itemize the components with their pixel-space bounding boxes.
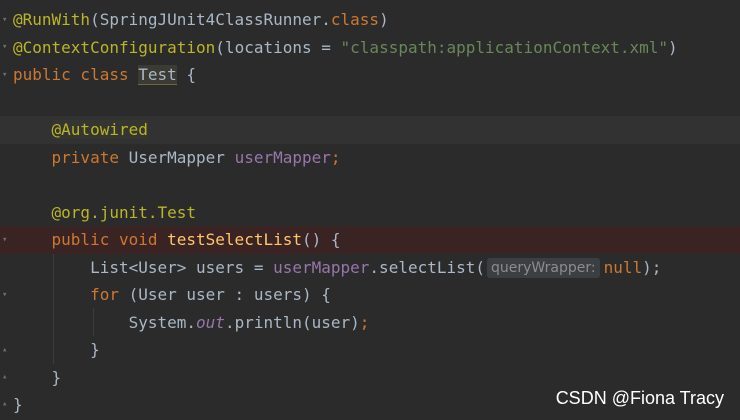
code-line-12[interactable]: System.out.println(user); bbox=[0, 309, 740, 337]
code-line-6[interactable]: private UserMapper userMapper; bbox=[0, 144, 740, 172]
parameter-hint: queryWrapper: bbox=[487, 257, 600, 278]
annotation-token: @RunWith bbox=[13, 10, 91, 29]
keyword-token: public void bbox=[51, 230, 168, 249]
code-line-1[interactable]: @RunWith(SpringJUnit4ClassRunner.class) bbox=[0, 6, 740, 34]
code-line-14[interactable]: } bbox=[0, 364, 740, 392]
code-line-8[interactable]: @org.junit.Test bbox=[0, 199, 740, 227]
code-line-11[interactable]: for (User user : users) { bbox=[0, 281, 740, 309]
code-token: (SpringJUnit4ClassRunner. bbox=[90, 10, 331, 29]
fold-marker-icon[interactable]: ▾ bbox=[2, 43, 10, 52]
code-line-4[interactable] bbox=[0, 89, 740, 117]
field-token: userMapper bbox=[273, 257, 370, 277]
fold-marker-icon[interactable]: ▾ bbox=[2, 71, 10, 80]
annotation-token: @org.junit. bbox=[51, 202, 158, 222]
code-token: ; bbox=[359, 312, 370, 332]
fold-marker-icon[interactable]: ▴ bbox=[2, 400, 10, 409]
code-token: System. bbox=[128, 312, 197, 332]
watermark-text: CSDN @Fiona Tracy bbox=[555, 388, 724, 408]
code-token: ; bbox=[330, 147, 341, 167]
code-token: () { bbox=[301, 230, 341, 249]
code-token: } bbox=[13, 395, 23, 414]
fold-marker-icon[interactable]: ▾ bbox=[2, 16, 10, 25]
code-line-9[interactable]: public void testSelectList() { bbox=[0, 226, 740, 254]
code-editor[interactable]: @RunWith(SpringJUnit4ClassRunner.class) … bbox=[0, 6, 740, 419]
keyword-token: public class bbox=[13, 65, 139, 84]
code-token: } bbox=[51, 367, 62, 387]
annotation-token: Test bbox=[157, 202, 197, 222]
code-token: { bbox=[176, 65, 197, 84]
type-token: List<User> users = bbox=[90, 257, 274, 277]
keyword-token: null bbox=[603, 257, 643, 277]
code-token: (locations = bbox=[215, 37, 341, 57]
class-name-token[interactable]: Test bbox=[138, 65, 177, 85]
annotation-token: @Autowired bbox=[51, 120, 148, 139]
code-token: .selectList( bbox=[369, 257, 486, 277]
type-token: UserMapper bbox=[128, 147, 235, 167]
code-token: ); bbox=[642, 257, 662, 277]
code-token: } bbox=[90, 340, 100, 359]
keyword-token: class bbox=[330, 10, 380, 29]
code-token: (User user : users) { bbox=[128, 285, 331, 304]
code-line-2[interactable]: @ContextConfiguration(locations = "class… bbox=[0, 34, 740, 62]
code-line-10[interactable]: List<User> users = userMapper.selectList… bbox=[0, 254, 740, 282]
fold-marker-icon[interactable]: ▴ bbox=[2, 346, 10, 355]
code-token: ) bbox=[379, 10, 389, 29]
code-token: ) bbox=[668, 37, 678, 57]
keyword-token: for bbox=[90, 285, 129, 304]
method-name-token: testSelectList bbox=[167, 230, 302, 249]
fold-marker-icon[interactable]: ▾ bbox=[2, 236, 10, 245]
code-line-13[interactable]: } bbox=[0, 336, 740, 364]
string-token: "classpath:applicationContext.xml" bbox=[340, 37, 669, 57]
field-token: userMapper bbox=[234, 147, 331, 167]
code-line-5[interactable]: @Autowired bbox=[0, 116, 740, 144]
static-field-token: out bbox=[196, 312, 225, 332]
code-line-3[interactable]: public class Test { bbox=[0, 61, 740, 89]
fold-marker-icon[interactable]: ▴ bbox=[2, 373, 10, 382]
keyword-token: private bbox=[51, 147, 129, 167]
indent-guide bbox=[93, 308, 94, 336]
annotation-token: @ContextConfiguration bbox=[13, 37, 216, 57]
fold-marker-icon[interactable]: ▾ bbox=[2, 291, 10, 300]
code-token: .println(user) bbox=[224, 312, 360, 332]
code-line-7[interactable] bbox=[0, 171, 740, 199]
indent-guide bbox=[53, 254, 54, 364]
